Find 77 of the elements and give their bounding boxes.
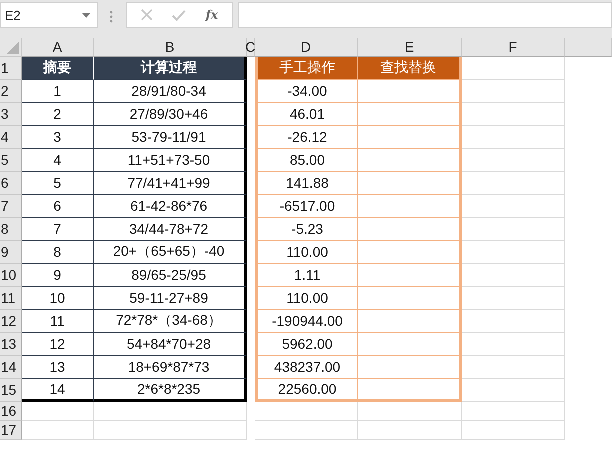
row-header[interactable]: 5: [0, 149, 22, 172]
table-cell: 11: [22, 310, 94, 333]
table-cell: 13: [22, 356, 94, 379]
row-header[interactable]: 6: [0, 172, 22, 195]
select-all-icon[interactable]: [7, 42, 19, 54]
row-header[interactable]: 2: [0, 80, 22, 103]
table-cell: 8: [22, 241, 94, 264]
table-cell: 4: [22, 149, 94, 172]
row-header[interactable]: 13: [0, 333, 22, 356]
table-cell: 5962.00: [255, 333, 358, 356]
row-header[interactable]: 7: [0, 195, 22, 218]
table-cell: 27/89/30+46: [94, 103, 247, 126]
column-header[interactable]: E: [358, 38, 462, 57]
row-header[interactable]: 15: [0, 379, 22, 402]
name-box[interactable]: E2: [0, 2, 98, 28]
table-cell: 5: [22, 172, 94, 195]
row-header[interactable]: 3: [0, 103, 22, 126]
row-header[interactable]: 17: [0, 421, 22, 440]
table-cell: -5.23: [255, 218, 358, 241]
table-cell: 18+69*87*73: [94, 356, 247, 379]
header-cell: 查找替换: [358, 57, 462, 80]
table-cell: -26.12: [255, 126, 358, 149]
table-cell: 12: [22, 333, 94, 356]
cancel-icon[interactable]: [140, 9, 153, 21]
table-cell: 141.88: [255, 172, 358, 195]
table-cell: 46.01: [255, 103, 358, 126]
table-cell: -6517.00: [255, 195, 358, 218]
row-header[interactable]: 14: [0, 356, 22, 379]
table-cell: 11+51+73-50: [94, 149, 247, 172]
row-header[interactable]: 10: [0, 264, 22, 287]
row-header[interactable]: 4: [0, 126, 22, 149]
table-cell: 6: [22, 195, 94, 218]
row-header[interactable]: 16: [0, 402, 22, 421]
insert-function-button[interactable]: fx: [206, 8, 218, 22]
table-cell: 2: [22, 103, 94, 126]
table-cell: 3: [22, 126, 94, 149]
table-cell: 7: [22, 218, 94, 241]
table-cell: -190944.00: [255, 310, 358, 333]
table-cell: 10: [22, 287, 94, 310]
table-cell: 9: [22, 264, 94, 287]
table-cell: 34/44-78+72: [94, 218, 247, 241]
header-cell: 摘要: [22, 57, 94, 80]
table-cell: 53-79-11/91: [94, 126, 247, 149]
table-cell: 20+（65+65）-40: [94, 241, 247, 264]
table-cell: 1.11: [255, 264, 358, 287]
row-header[interactable]: 8: [0, 218, 22, 241]
table-cell: 54+84*70+28: [94, 333, 247, 356]
check-icon[interactable]: [172, 10, 186, 20]
table-cell: 2*6*8*235: [94, 379, 247, 402]
header-cell: 手工操作: [255, 57, 358, 80]
row-header[interactable]: 12: [0, 310, 22, 333]
table-cell: 89/65-25/95: [94, 264, 247, 287]
table-cell: 22560.00: [255, 379, 358, 402]
table-cell: 85.00: [255, 149, 358, 172]
column-header[interactable]: D: [255, 38, 358, 57]
table-cell: 110.00: [255, 287, 358, 310]
table-cell: 438237.00: [255, 356, 358, 379]
table-cell: 61-42-86*76: [94, 195, 247, 218]
drag-handle-icon[interactable]: [110, 11, 113, 23]
row-header[interactable]: 11: [0, 287, 22, 310]
column-header[interactable]: A: [22, 38, 94, 57]
table-cell: 14: [22, 379, 94, 402]
table-cell: 72*78*（34-68）: [94, 310, 247, 333]
table-cell: 1: [22, 80, 94, 103]
table-cell: 110.00: [255, 241, 358, 264]
row-header[interactable]: 9: [0, 241, 22, 264]
column-header[interactable]: B: [94, 38, 247, 57]
row-header[interactable]: 1: [0, 57, 22, 80]
table-cell: 77/41+41+99: [94, 172, 247, 195]
table-cell: 59-11-27+89: [94, 287, 247, 310]
column-header[interactable]: C: [247, 38, 255, 57]
formula-input[interactable]: [238, 2, 612, 28]
table-cell: 28/91/80-34: [94, 80, 247, 103]
dropdown-icon[interactable]: [82, 12, 91, 18]
column-header[interactable]: F: [462, 38, 565, 57]
table-cell: -34.00: [255, 80, 358, 103]
header-cell: 计算过程: [94, 57, 247, 80]
